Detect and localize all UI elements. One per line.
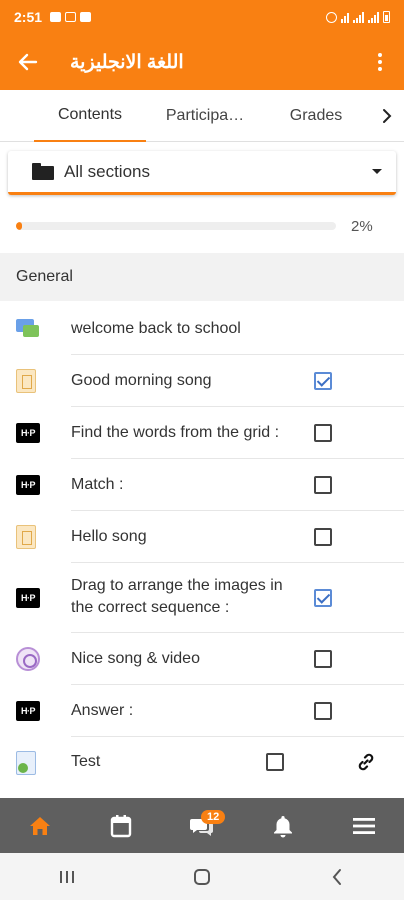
completion-checkbox[interactable] [266, 753, 284, 771]
forum-icon [16, 317, 40, 341]
sections-dropdown-label: All sections [64, 161, 150, 181]
bottom-navigation: 12 [0, 798, 404, 853]
messages-badge: 12 [200, 809, 226, 824]
tabs-next-button[interactable] [376, 90, 398, 142]
recent-apps-button[interactable] [37, 857, 97, 897]
course-progress-text: 2% [351, 218, 373, 235]
quiz-icon [16, 751, 36, 775]
page-icon [16, 369, 36, 393]
chat-notification-icon [80, 12, 92, 22]
module-item[interactable]: Good morning song [0, 355, 404, 407]
gallery-notification-icon [50, 12, 62, 22]
module-title: Test [71, 753, 101, 770]
module-title: Hello song [71, 528, 147, 545]
signal-2-icon [368, 11, 379, 23]
sections-dropdown[interactable]: All sections [8, 151, 396, 195]
completion-checkbox[interactable] [314, 589, 332, 607]
nav-menu[interactable] [339, 801, 389, 851]
module-title: Nice song & video [71, 650, 200, 667]
notifications-icon [273, 815, 292, 837]
nav-messages[interactable]: 12 [177, 801, 227, 851]
tab-contents[interactable]: Contents [34, 90, 146, 142]
module-item[interactable]: H·P Answer : [0, 685, 404, 737]
folder-icon [32, 163, 54, 180]
recent-apps-icon [60, 870, 75, 883]
signal-icon [353, 11, 364, 23]
menu-icon [352, 817, 375, 834]
home-icon [30, 816, 51, 835]
wifi-icon [341, 12, 349, 23]
battery-icon [383, 11, 390, 23]
completion-checkbox[interactable] [314, 372, 332, 390]
module-item[interactable]: Nice song & video [0, 633, 404, 685]
h5p-icon: H·P [16, 423, 40, 443]
mail-notification-icon [65, 12, 77, 22]
system-navigation-bar [0, 853, 404, 900]
module-title: Drag to arrange the images in the correc… [71, 577, 283, 616]
home-system-button[interactable] [172, 857, 232, 897]
module-title: Answer : [71, 702, 134, 719]
tab-participants[interactable]: Participa… [150, 90, 260, 142]
completion-checkbox[interactable] [314, 650, 332, 668]
course-tabs: Contents Participa… Grades [0, 90, 404, 142]
video-icon [16, 647, 40, 671]
module-title: Good morning song [71, 372, 212, 389]
arrow-back-icon [18, 53, 38, 71]
section-header[interactable]: General [0, 253, 404, 301]
module-item[interactable]: Test [0, 737, 404, 789]
h5p-icon: H·P [16, 475, 40, 495]
completion-checkbox[interactable] [314, 476, 332, 494]
completion-checkbox[interactable] [314, 528, 332, 546]
chevron-left-icon [332, 868, 341, 885]
module-item[interactable]: H·P Drag to arrange the images in the co… [0, 563, 404, 633]
module-title: Find the words from the grid : [71, 424, 280, 441]
section-title: General [16, 268, 73, 285]
h5p-icon: H·P [16, 588, 40, 608]
completion-checkbox[interactable] [314, 424, 332, 442]
chevron-right-icon [383, 109, 392, 123]
course-progress-bar [16, 222, 336, 230]
course-progress-fill [16, 222, 23, 230]
status-time: 2:51 [14, 9, 43, 25]
calendar-icon [110, 814, 132, 837]
h5p-icon: H·P [16, 701, 40, 721]
caret-down-icon [372, 169, 382, 174]
tab-grades[interactable]: Grades [272, 90, 360, 142]
module-item[interactable]: H·P Find the words from the grid : [0, 407, 404, 459]
back-button[interactable] [0, 34, 56, 90]
module-item[interactable]: H·P Match : [0, 459, 404, 511]
back-system-button[interactable] [307, 857, 367, 897]
more-vert-icon [378, 53, 382, 57]
home-square-icon [193, 868, 210, 885]
nav-calendar[interactable] [96, 801, 146, 851]
module-item[interactable]: Hello song [0, 511, 404, 563]
nav-home[interactable] [15, 801, 65, 851]
more-options-button[interactable] [356, 34, 404, 90]
app-bar: اللغة الانجليزية [0, 34, 404, 90]
link-icon[interactable] [356, 752, 376, 772]
page-icon [16, 525, 36, 549]
module-item[interactable]: welcome back to school [0, 303, 404, 355]
nav-notifications[interactable] [258, 801, 308, 851]
page-title: اللغة الانجليزية [70, 51, 184, 73]
module-title: welcome back to school [71, 320, 241, 337]
completion-checkbox[interactable] [314, 702, 332, 720]
module-title: Match : [71, 476, 124, 493]
alarm-icon [326, 11, 337, 23]
status-bar: 2:51 [0, 0, 404, 34]
